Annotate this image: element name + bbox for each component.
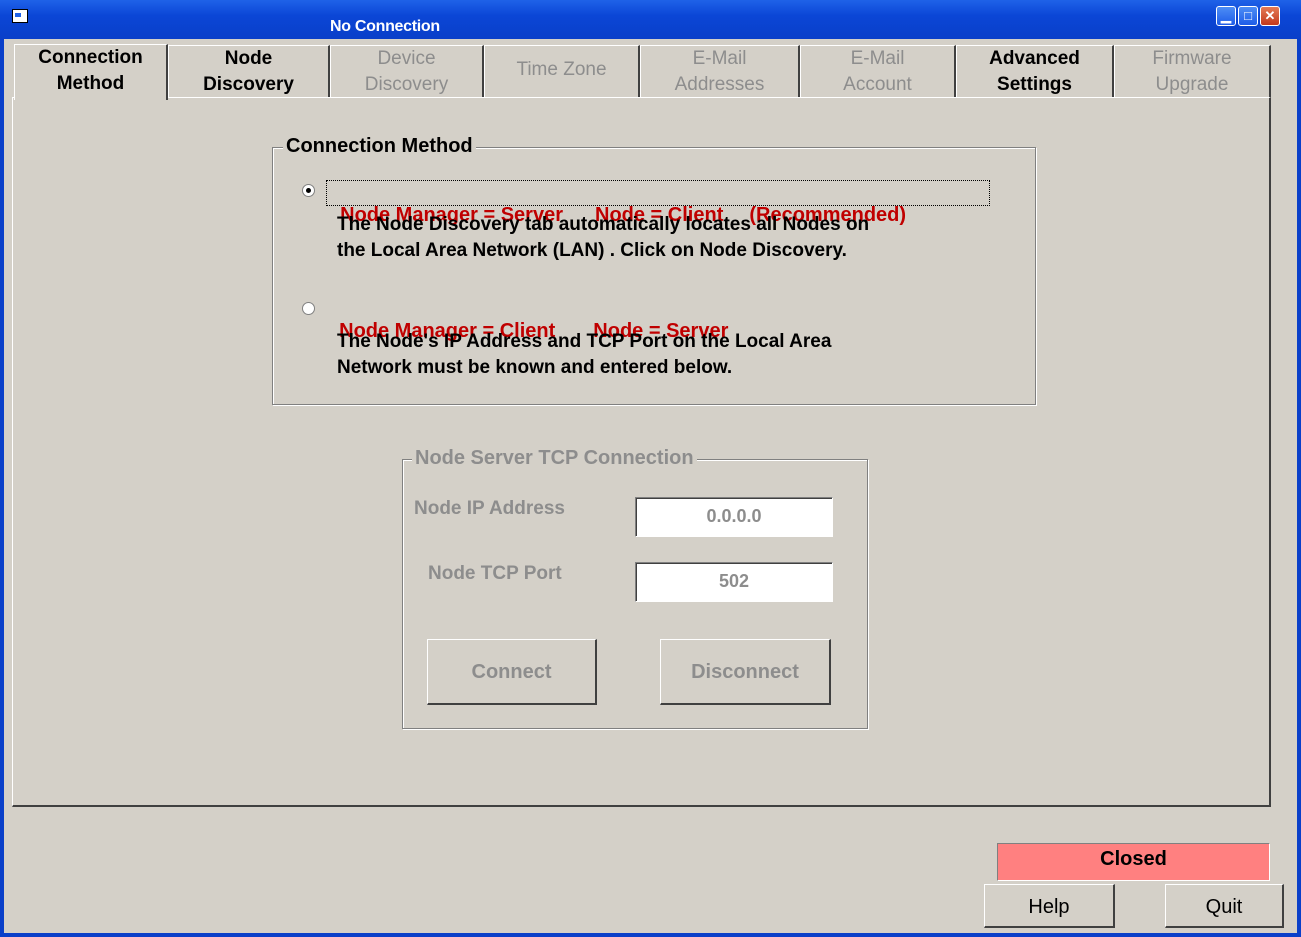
tab-advanced-settings[interactable]: Advanced Settings bbox=[956, 45, 1114, 97]
tab-label-line1: E-Mail bbox=[692, 48, 747, 69]
desc-line: Network must be known and entered below. bbox=[337, 357, 733, 378]
tab-label-line2: Discovery bbox=[364, 74, 449, 95]
tab-node-discovery[interactable]: Node Discovery bbox=[168, 45, 330, 97]
tab-label-line1: Advanced bbox=[989, 48, 1080, 69]
desc-line: The Node Discovery tab automatically loc… bbox=[337, 214, 870, 235]
quit-button[interactable]: Quit bbox=[1165, 884, 1284, 928]
tab-label-line1: Connection bbox=[38, 47, 143, 68]
tab-label-line2: Upgrade bbox=[1155, 74, 1229, 95]
tab-label-line2: Account bbox=[843, 74, 912, 95]
tab-label-line2: Settings bbox=[997, 74, 1072, 95]
tcp-port-label: Node TCP Port bbox=[428, 563, 562, 584]
tab-label-line1: Time Zone bbox=[516, 59, 607, 80]
tab-time-zone[interactable]: Time Zone bbox=[484, 45, 640, 97]
close-icon[interactable]: ✕ bbox=[1260, 6, 1280, 26]
option-server-description: The Node Discovery tab automatically loc… bbox=[337, 212, 869, 264]
help-button[interactable]: Help bbox=[984, 884, 1115, 928]
desc-line: the Local Area Network (LAN) . Click on … bbox=[337, 240, 847, 261]
tcp-connection-title: Node Server TCP Connection bbox=[412, 447, 697, 470]
ip-address-label: Node IP Address bbox=[414, 498, 565, 519]
window-title: No Connection bbox=[330, 18, 440, 35]
tab-label-line1: Device bbox=[377, 48, 436, 69]
connect-button[interactable]: Connect bbox=[427, 639, 597, 705]
status-indicator: Closed bbox=[997, 843, 1270, 881]
tab-device-discovery[interactable]: Device Discovery bbox=[330, 45, 484, 97]
tab-label-line1: Node bbox=[224, 48, 273, 69]
radio-server-mode[interactable] bbox=[302, 184, 315, 197]
tcp-port-field[interactable]: 502 bbox=[635, 562, 833, 602]
tab-email-account[interactable]: E-Mail Account bbox=[800, 45, 956, 97]
tab-label-line2: Addresses bbox=[674, 74, 765, 95]
tab-email-addresses[interactable]: E-Mail Addresses bbox=[640, 45, 800, 97]
ip-address-field[interactable]: 0.0.0.0 bbox=[635, 497, 833, 537]
tab-label-line1: Firmware bbox=[1152, 48, 1232, 69]
minimize-icon[interactable]: ▁ bbox=[1216, 6, 1236, 26]
option-client-description: The Node's IP Address and TCP Port on th… bbox=[337, 329, 831, 381]
radio-client-mode[interactable] bbox=[302, 302, 315, 315]
tab-firmware-upgrade[interactable]: Firmware Upgrade bbox=[1114, 45, 1271, 97]
app-icon[interactable] bbox=[12, 9, 28, 23]
maximize-icon[interactable]: □ bbox=[1238, 6, 1258, 26]
tab-label-line2: Method bbox=[56, 73, 125, 94]
tab-label-line2: Discovery bbox=[203, 74, 294, 95]
connection-method-title: Connection Method bbox=[283, 135, 476, 158]
tab-label-line1: E-Mail bbox=[850, 48, 905, 69]
title-bar: No Connection ▁ □ ✕ bbox=[0, 0, 1301, 39]
option-server-label[interactable]: Node Manager = Server Node = Client (Recom… bbox=[326, 180, 990, 226]
tab-connection-method[interactable]: Connection Method bbox=[14, 44, 168, 100]
disconnect-button[interactable]: Disconnect bbox=[660, 639, 831, 705]
desc-line: The Node's IP Address and TCP Port on th… bbox=[337, 331, 832, 352]
